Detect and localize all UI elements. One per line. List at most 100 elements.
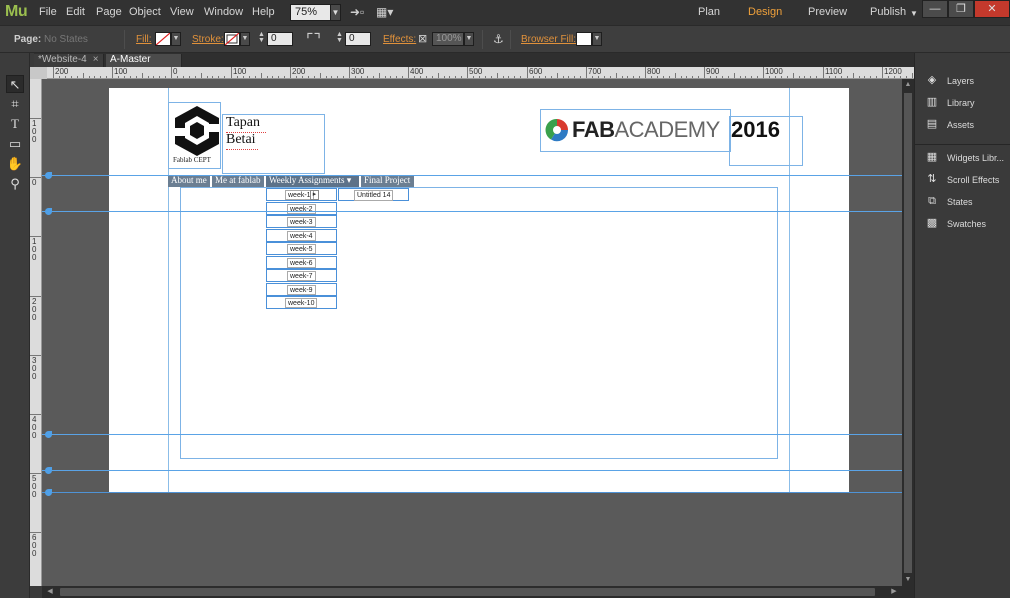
submenu-label: week-4	[287, 231, 316, 241]
panel-layers[interactable]: ◈ Layers	[921, 71, 1009, 91]
tools-panel: ↖ ⌗ T ▭ ✋ ⚲	[0, 53, 30, 598]
menu-edit[interactable]: Edit	[66, 6, 85, 18]
submenu-week-3[interactable]: week-3	[266, 215, 337, 228]
browser-fill-label[interactable]: Browser Fill:	[521, 34, 576, 45]
zoom-tool-icon[interactable]: ⚲	[6, 175, 24, 193]
effects-icon[interactable]: ⊠	[418, 32, 427, 48]
vertical-scroll-thumb[interactable]	[904, 93, 912, 573]
menu-view[interactable]: View	[170, 6, 194, 18]
corner-radius-field[interactable]: 0	[345, 32, 371, 46]
browser-fill-dropdown-icon[interactable]: ▼	[592, 32, 602, 46]
design-canvas[interactable]: Fablab CEPT Tapan Betai FABACADEMY 2016 …	[42, 79, 914, 586]
horizontal-scrollbar[interactable]: ◀ ▶	[42, 586, 914, 598]
ruler-label: 0	[173, 67, 178, 76]
tab-a-master[interactable]: A-Master	[106, 54, 182, 67]
submenu-week-7[interactable]: week-7	[266, 269, 337, 282]
nav-about-me[interactable]: About me	[168, 175, 211, 187]
vertical-ruler[interactable]: 1000100200300400500600700	[30, 79, 42, 586]
panel-assets[interactable]: ▤ Assets	[921, 115, 1009, 135]
guide-handle-icon[interactable]	[45, 208, 52, 215]
flyout-menu-item[interactable]: Untitled 14	[338, 188, 409, 201]
restore-button[interactable]: ❐	[948, 0, 974, 18]
panel-label: Scroll Effects	[947, 175, 1000, 185]
link-arrow-icon[interactable]: ➜▫	[350, 5, 364, 21]
horizontal-ruler[interactable]: 200 100 0 100 200 300 400 500 600 700 800 900 1000 11…	[47, 67, 914, 79]
scroll-right-icon[interactable]: ▶	[888, 586, 900, 598]
text-tool-icon[interactable]: T	[6, 115, 24, 133]
scroll-left-icon[interactable]: ◀	[44, 586, 56, 598]
rectangle-tool-icon[interactable]: ▭	[6, 135, 24, 153]
guide-handle-icon[interactable]	[45, 489, 52, 496]
submenu-week-6[interactable]: week-6	[266, 256, 337, 269]
mode-plan[interactable]: Plan	[698, 6, 720, 18]
stroke-swatch[interactable]	[224, 32, 240, 46]
anchor-icon[interactable]: ⚓	[493, 32, 504, 48]
browser-fill-swatch[interactable]	[576, 32, 592, 46]
panel-states[interactable]: ⧉ States	[921, 192, 1009, 212]
nav-final-project[interactable]: Final Project	[361, 175, 415, 187]
mode-design[interactable]: Design	[748, 6, 782, 18]
menu-window[interactable]: Window	[204, 6, 243, 18]
submenu-week-1[interactable]: week-1 ▸	[266, 188, 337, 201]
horizontal-guide[interactable]	[42, 492, 914, 493]
fill-dropdown-icon[interactable]: ▼	[171, 32, 181, 46]
crop-tool-icon[interactable]: ⌗	[6, 95, 24, 113]
stroke-dropdown-icon[interactable]: ▼	[240, 32, 250, 46]
opacity-dropdown-icon: ▼	[464, 32, 474, 46]
horizontal-guide[interactable]	[42, 434, 914, 435]
menu-object[interactable]: Object	[129, 6, 161, 18]
panel-library[interactable]: ▥ Library	[921, 93, 1009, 113]
tab-website-4[interactable]: *Website-4 ×	[34, 54, 104, 67]
zoom-dropdown-icon[interactable]: ▼	[330, 4, 341, 21]
submenu-week-2[interactable]: week-2	[266, 202, 337, 215]
publish-dropdown-icon[interactable]: ▼	[910, 9, 918, 18]
panel-swatches[interactable]: ▩ Swatches	[921, 214, 1009, 234]
menu-file[interactable]: File	[39, 6, 57, 18]
stroke-width-field[interactable]: 0	[267, 32, 293, 46]
submenu-label: week-7	[287, 271, 316, 281]
no-stroke-icon	[224, 32, 240, 46]
hand-tool-icon[interactable]: ✋	[6, 155, 24, 173]
panel-widgets-library[interactable]: ▦ Widgets Libr...	[921, 148, 1009, 168]
submenu-week-5[interactable]: week-5	[266, 242, 337, 255]
library-icon: ▥	[926, 96, 938, 108]
scroll-up-icon[interactable]: ▲	[902, 79, 914, 91]
scroll-down-icon[interactable]: ▼	[902, 574, 914, 586]
ruler-label: 100	[32, 119, 37, 144]
menu-page[interactable]: Page	[96, 6, 122, 18]
no-fill-icon	[155, 32, 171, 46]
nav-me-at-fablab[interactable]: Me at fablab	[212, 175, 265, 187]
vertical-scrollbar[interactable]: ▲ ▼	[902, 79, 914, 586]
menu-help[interactable]: Help	[252, 6, 275, 18]
opacity-field: 100%	[432, 32, 464, 46]
guide-handle-icon[interactable]	[45, 172, 52, 179]
mode-publish[interactable]: Publish	[870, 6, 906, 18]
horizontal-guide[interactable]	[42, 175, 914, 176]
master-page[interactable]: Fablab CEPT Tapan Betai FABACADEMY 2016 …	[109, 88, 849, 492]
control-bar: Page: No States Fill: ▼ Stroke: ▼ ▲ ▼ 0 ⌜…	[0, 26, 1010, 53]
stroke-stepper-icon[interactable]: ▲ ▼	[257, 31, 266, 46]
layout-grid-icon[interactable]: ▦▾	[376, 5, 393, 21]
stroke-label[interactable]: Stroke:	[192, 34, 224, 45]
close-button[interactable]: ✕	[974, 0, 1010, 18]
horizontal-guide[interactable]	[42, 470, 914, 471]
guide-handle-icon[interactable]	[45, 431, 52, 438]
submenu-label: week-3	[287, 217, 316, 227]
selection-tool-icon[interactable]: ↖	[6, 75, 24, 93]
submenu-week-4[interactable]: week-4	[266, 229, 337, 242]
submenu-week-9[interactable]: week-9	[266, 283, 337, 296]
fill-swatch[interactable]	[155, 32, 171, 46]
submenu-week-10[interactable]: week-10	[266, 296, 337, 309]
tab-close-icon[interactable]: ×	[93, 54, 99, 65]
horizontal-scroll-thumb[interactable]	[60, 588, 875, 596]
mode-preview[interactable]: Preview	[808, 6, 847, 18]
nav-weekly-assignments[interactable]: Weekly Assignments ▾	[266, 175, 360, 187]
fill-label[interactable]: Fill:	[136, 34, 152, 45]
minimize-button[interactable]: —	[922, 0, 948, 18]
corner-stepper-icon[interactable]: ▲ ▼	[335, 31, 344, 46]
ruler-label: 1100	[825, 67, 843, 76]
guide-handle-icon[interactable]	[45, 467, 52, 474]
horizontal-guide[interactable]	[42, 211, 914, 212]
effects-label[interactable]: Effects:	[383, 34, 416, 45]
panel-scroll-effects[interactable]: ⇅ Scroll Effects	[921, 170, 1009, 190]
